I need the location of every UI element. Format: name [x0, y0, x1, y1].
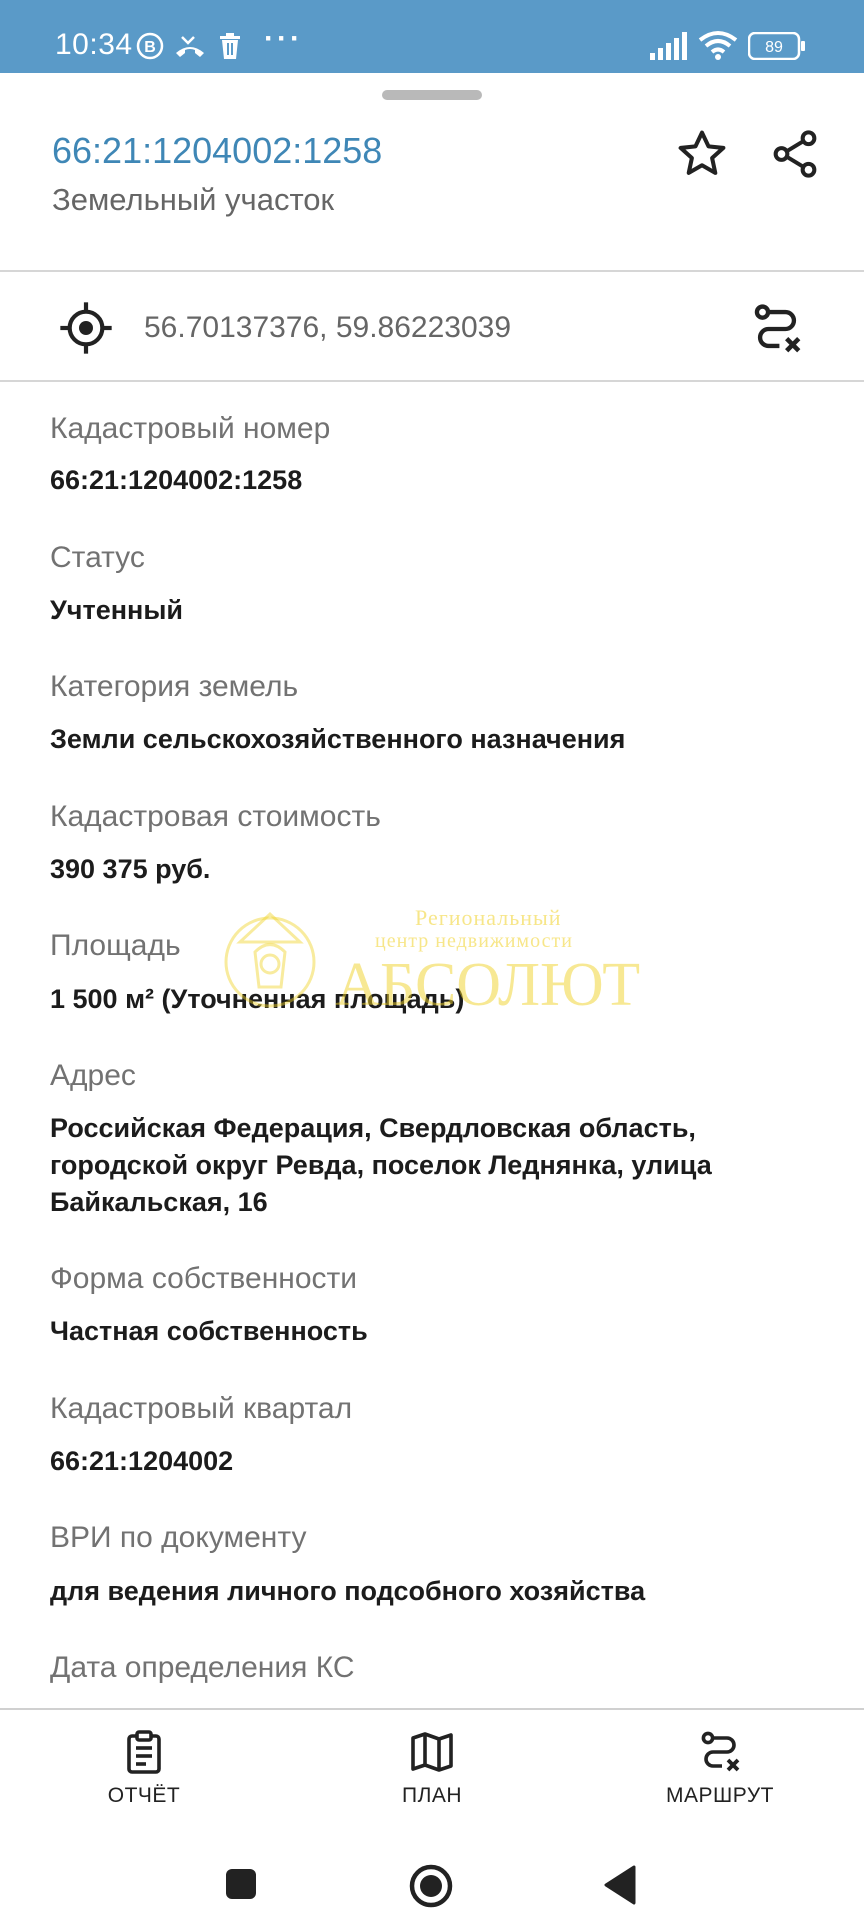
- field-value-land-category: Земли сельскохозяйственного назначения: [50, 724, 626, 754]
- cadastral-number-title: 66:21:1204002:1258: [52, 130, 383, 171]
- field-value-status: Учтенный: [50, 595, 183, 625]
- square-icon: [226, 1869, 256, 1899]
- field-label-permitted-use: ВРИ по документу: [50, 1521, 307, 1554]
- header-divider: [0, 270, 864, 272]
- system-navigation-bar: [0, 1820, 864, 1920]
- field-value-cadastral-value: 390 375 руб.: [50, 854, 211, 884]
- svg-text:B: B: [144, 39, 156, 56]
- nav-route-label: МАРШРУТ: [666, 1784, 774, 1807]
- sheet-drag-handle[interactable]: [382, 90, 482, 100]
- status-bar: 10:34 B ··· 89: [0, 0, 864, 73]
- route-cancel-icon: [754, 304, 801, 353]
- trash-icon: [218, 32, 242, 65]
- battery-icon: 89: [747, 31, 806, 65]
- field-value-area: 1 500 м² (Уточненная площадь): [50, 984, 465, 1014]
- map-icon: [411, 1732, 453, 1772]
- missed-call-icon: [174, 33, 206, 64]
- field-label-cadastral-number: Кадастровый номер: [50, 412, 331, 445]
- home-circle-icon: [409, 1864, 453, 1908]
- field-label-status: Статус: [50, 541, 145, 574]
- field-label-cadastral-value: Кадастровая стоимость: [50, 800, 381, 833]
- field-label-address: Адрес: [50, 1059, 136, 1092]
- signal-icon: [650, 32, 690, 65]
- field-label-area: Площадь: [50, 929, 181, 962]
- field-value-permitted-use: для ведения личного подсобного хозяйства: [50, 1576, 646, 1606]
- star-icon: [678, 130, 726, 175]
- bottom-navigation: ОТЧЁТ ПЛАН МАРШРУТ: [0, 1708, 864, 1820]
- status-time: 10:34: [55, 28, 133, 61]
- wifi-icon: [698, 30, 738, 65]
- recent-apps-button[interactable]: [224, 1867, 258, 1906]
- back-triangle-icon: [604, 1865, 636, 1905]
- field-value-cadastral-number: 66:21:1204002:1258: [50, 465, 303, 495]
- nav-plan-label: ПЛАН: [401, 1784, 463, 1807]
- location-target-icon[interactable]: [58, 300, 114, 361]
- nav-plan-button[interactable]: ПЛАН: [332, 1728, 532, 1818]
- back-button[interactable]: [602, 1865, 638, 1910]
- nav-report-label: ОТЧЁТ: [107, 1784, 181, 1807]
- b-circle-icon: B: [136, 32, 164, 65]
- field-label-cadastral-quarter: Кадастровый квартал: [50, 1392, 353, 1425]
- route-cancel-button[interactable]: [748, 300, 806, 363]
- field-label-ownership-form: Форма собственности: [50, 1262, 358, 1295]
- clipboard-report-icon: [127, 1730, 161, 1774]
- route-cancel-icon: [701, 1731, 740, 1772]
- coordinates-value[interactable]: 56.70137376, 59.86223039: [144, 311, 511, 345]
- object-type-subtitle: Земельный участок: [52, 182, 335, 217]
- nav-route-button[interactable]: МАРШРУТ: [620, 1728, 820, 1818]
- field-label-land-category: Категория земель: [50, 670, 299, 703]
- field-value-ownership-form: Частная собственность: [50, 1316, 368, 1346]
- field-value-address: Российская Федерация, Свердловская облас…: [50, 1113, 712, 1217]
- battery-level: 89: [765, 39, 783, 56]
- more-dots-icon: ···: [264, 22, 303, 55]
- favorite-button[interactable]: [670, 122, 734, 186]
- home-button[interactable]: [408, 1863, 454, 1914]
- coords-divider: [0, 380, 864, 382]
- share-button[interactable]: [763, 122, 827, 186]
- field-value-cadastral-quarter: 66:21:1204002: [50, 1446, 234, 1476]
- share-icon: [773, 130, 817, 178]
- field-label-valuation-date: Дата определения КС: [50, 1651, 355, 1684]
- nav-report-button[interactable]: ОТЧЁТ: [44, 1728, 244, 1818]
